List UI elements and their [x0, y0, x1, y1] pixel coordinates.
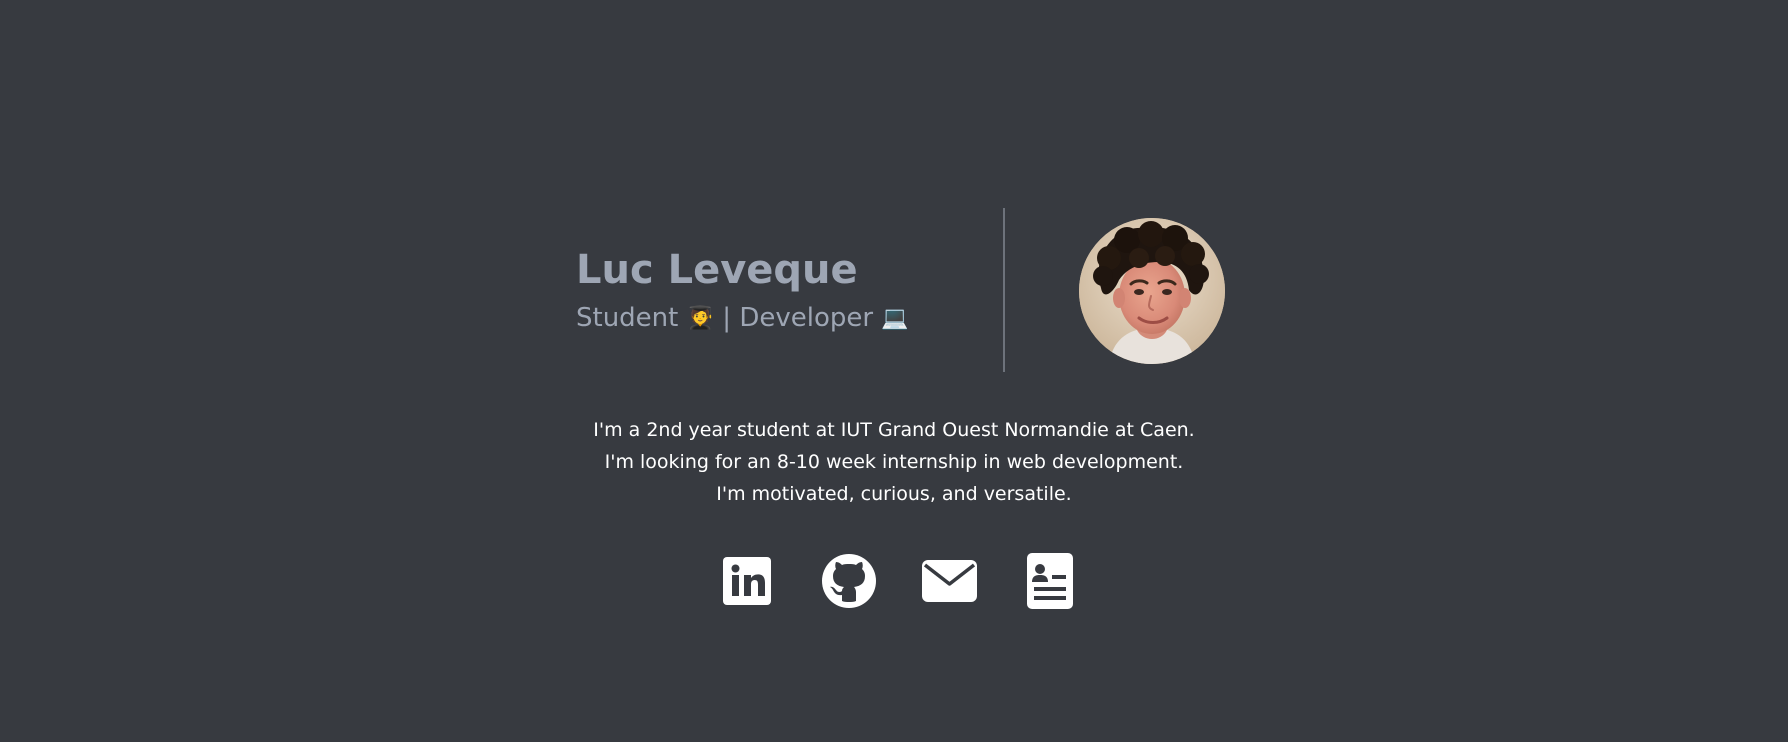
- profile-subtitle: Student 🧑‍🎓 | Developer 💻: [576, 301, 909, 336]
- bio-text: I'm a 2nd year student at IUT Grand Oues…: [0, 414, 1788, 510]
- role-separator: |: [722, 303, 732, 333]
- social-links: [0, 552, 1788, 612]
- linkedin-icon: [723, 557, 771, 605]
- envelope-icon: [922, 560, 977, 602]
- avatar-portrait-icon: [1079, 218, 1225, 364]
- github-icon: [822, 554, 876, 608]
- github-link[interactable]: [822, 554, 876, 608]
- hero-section: Luc Leveque Student 🧑‍🎓 | Developer 💻: [0, 0, 1788, 742]
- bio-line: I'm a 2nd year student at IUT Grand Oues…: [593, 419, 1195, 441]
- resume-link[interactable]: [1027, 553, 1073, 609]
- email-link[interactable]: [922, 560, 977, 602]
- linkedin-link[interactable]: [723, 557, 771, 605]
- vertical-divider: [1003, 208, 1005, 372]
- resume-icon: [1027, 553, 1073, 609]
- avatar: [1079, 218, 1225, 364]
- bio-line: I'm looking for an 8-10 week internship …: [604, 451, 1184, 473]
- role-developer: Developer: [739, 303, 874, 333]
- bio-line: I'm motivated, curious, and versatile.: [716, 483, 1072, 505]
- student-emoji-icon: 🧑‍🎓: [686, 306, 715, 331]
- profile-name: Luc Leveque: [576, 247, 858, 293]
- role-student: Student: [576, 303, 679, 333]
- laptop-emoji-icon: 💻: [881, 306, 909, 331]
